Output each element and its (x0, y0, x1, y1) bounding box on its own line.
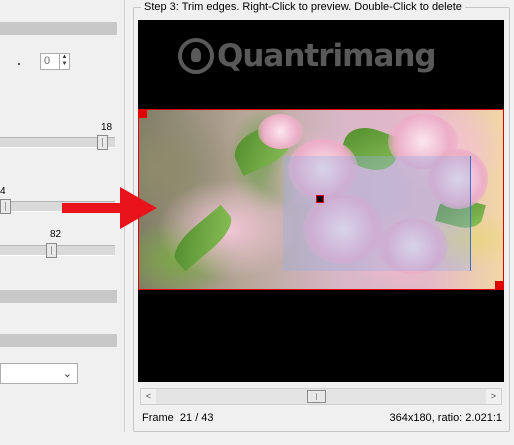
settings-bar-lower (0, 334, 117, 347)
settings-bar-top (0, 22, 117, 35)
frame-scrollbar[interactable]: < > (140, 388, 502, 405)
spinner-up-icon[interactable]: ▲ (60, 54, 69, 61)
mode-dropdown[interactable]: ⌄ (0, 363, 78, 384)
slider-2-value: 4 (0, 186, 6, 197)
scroll-right-button[interactable]: > (486, 389, 501, 404)
spinner-value: 0 (44, 55, 51, 67)
scroll-thumb[interactable] (307, 390, 326, 403)
spinner-buttons: ▲ ▼ (59, 54, 69, 69)
spinner-down-icon[interactable]: ▼ (60, 61, 69, 68)
frame-label: Frame (142, 412, 174, 424)
scroll-left-button[interactable]: < (141, 389, 156, 404)
spin-label-dot (18, 63, 20, 65)
lightbulb-icon (178, 38, 214, 74)
slider-3-value: 82 (50, 229, 62, 240)
crop-handle-center[interactable] (316, 195, 324, 203)
slider-3-thumb[interactable] (46, 243, 57, 258)
preview-canvas[interactable]: Quantrimang (138, 20, 504, 382)
crop-handle-bottom-right[interactable] (495, 281, 503, 289)
watermark-text: Quantrimang (217, 38, 437, 74)
slider-3-track[interactable] (0, 245, 115, 256)
chevron-down-icon[interactable]: ⌄ (63, 367, 72, 380)
settings-bar-middle (0, 290, 117, 303)
frame-value: 21 / 43 (179, 412, 214, 424)
size-ratio-info: 364x180, ratio: 2.021:1 (389, 412, 502, 424)
slider-2-thumb[interactable] (0, 199, 11, 214)
step-3-title: Step 3: Trim edges. Right-Click to previ… (141, 1, 465, 13)
frame-counter: Frame 21 / 43 (142, 412, 214, 424)
crop-handle-top-left[interactable] (139, 110, 147, 118)
slider-1-thumb[interactable] (97, 135, 108, 150)
value-spinner[interactable]: 0 ▲ ▼ (40, 53, 70, 70)
arrow-right-icon (62, 187, 157, 229)
slider-1-value: 18 (101, 122, 113, 133)
watermark: Quantrimang (178, 38, 437, 74)
